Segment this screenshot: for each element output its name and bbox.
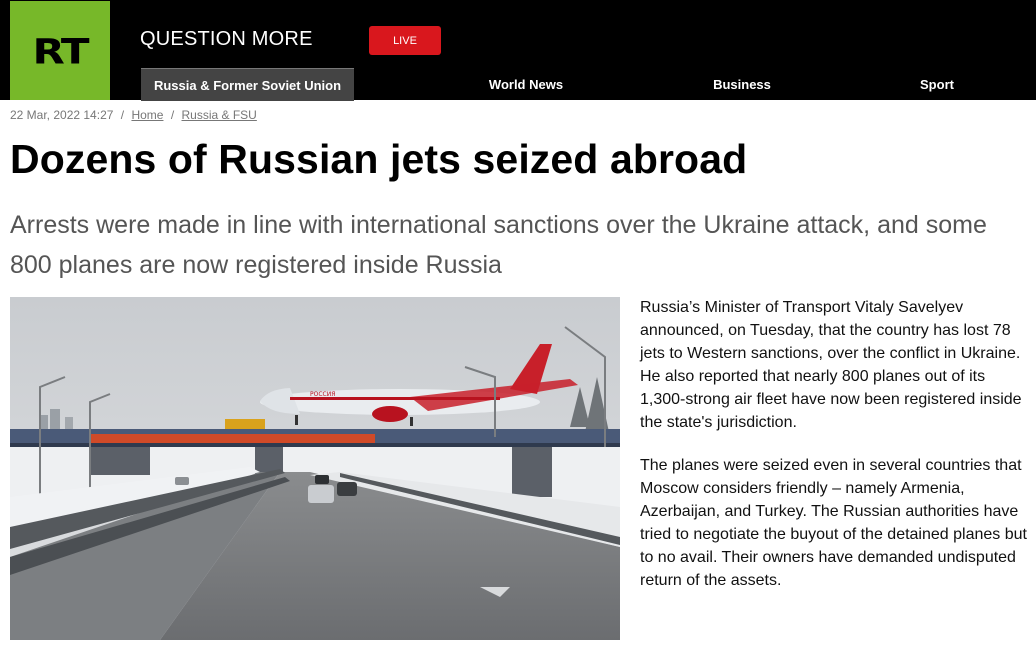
breadcrumb-separator: / [120, 108, 125, 122]
live-button[interactable]: LIVE [369, 26, 441, 55]
article-paragraph: Russia’s Minister of Transport Vitaly Sa… [640, 299, 1022, 431]
breadcrumb-russia-fsu[interactable]: Russia & FSU [182, 108, 257, 122]
article-image[interactable]: РОССИЯ [10, 297, 620, 640]
nav-business[interactable]: Business [687, 68, 797, 100]
rt-logo[interactable]: RT [10, 1, 110, 100]
breadcrumb-separator: / [170, 108, 175, 122]
highway-plane-photo: РОССИЯ [10, 297, 620, 640]
article-summary: Arrests were made in line with internati… [10, 211, 987, 279]
publish-date: 22 Mar, 2022 14:27 [10, 108, 114, 122]
breadcrumb-home[interactable]: Home [131, 108, 163, 122]
logo-text: RT [32, 31, 89, 72]
plane-livery-text: РОССИЯ [310, 391, 335, 398]
article-paragraph: The planes were seized even in several c… [640, 457, 1027, 589]
nav-world-news[interactable]: World News [466, 68, 586, 100]
nav-sport[interactable]: Sport [897, 68, 977, 100]
slogan: QUESTION MORE [140, 28, 313, 50]
article-meta: 22 Mar, 2022 14:27 / Home / Russia & FSU [10, 108, 257, 122]
article-body: Russia’s Minister of Transport Vitaly Sa… [640, 296, 1030, 612]
site-header: RT QUESTION MORE LIVE Russia & Former So… [0, 0, 1036, 101]
article-title: Dozens of Russian jets seized abroad [10, 136, 748, 182]
nav-russia-fsu[interactable]: Russia & Former Soviet Union [141, 68, 354, 101]
